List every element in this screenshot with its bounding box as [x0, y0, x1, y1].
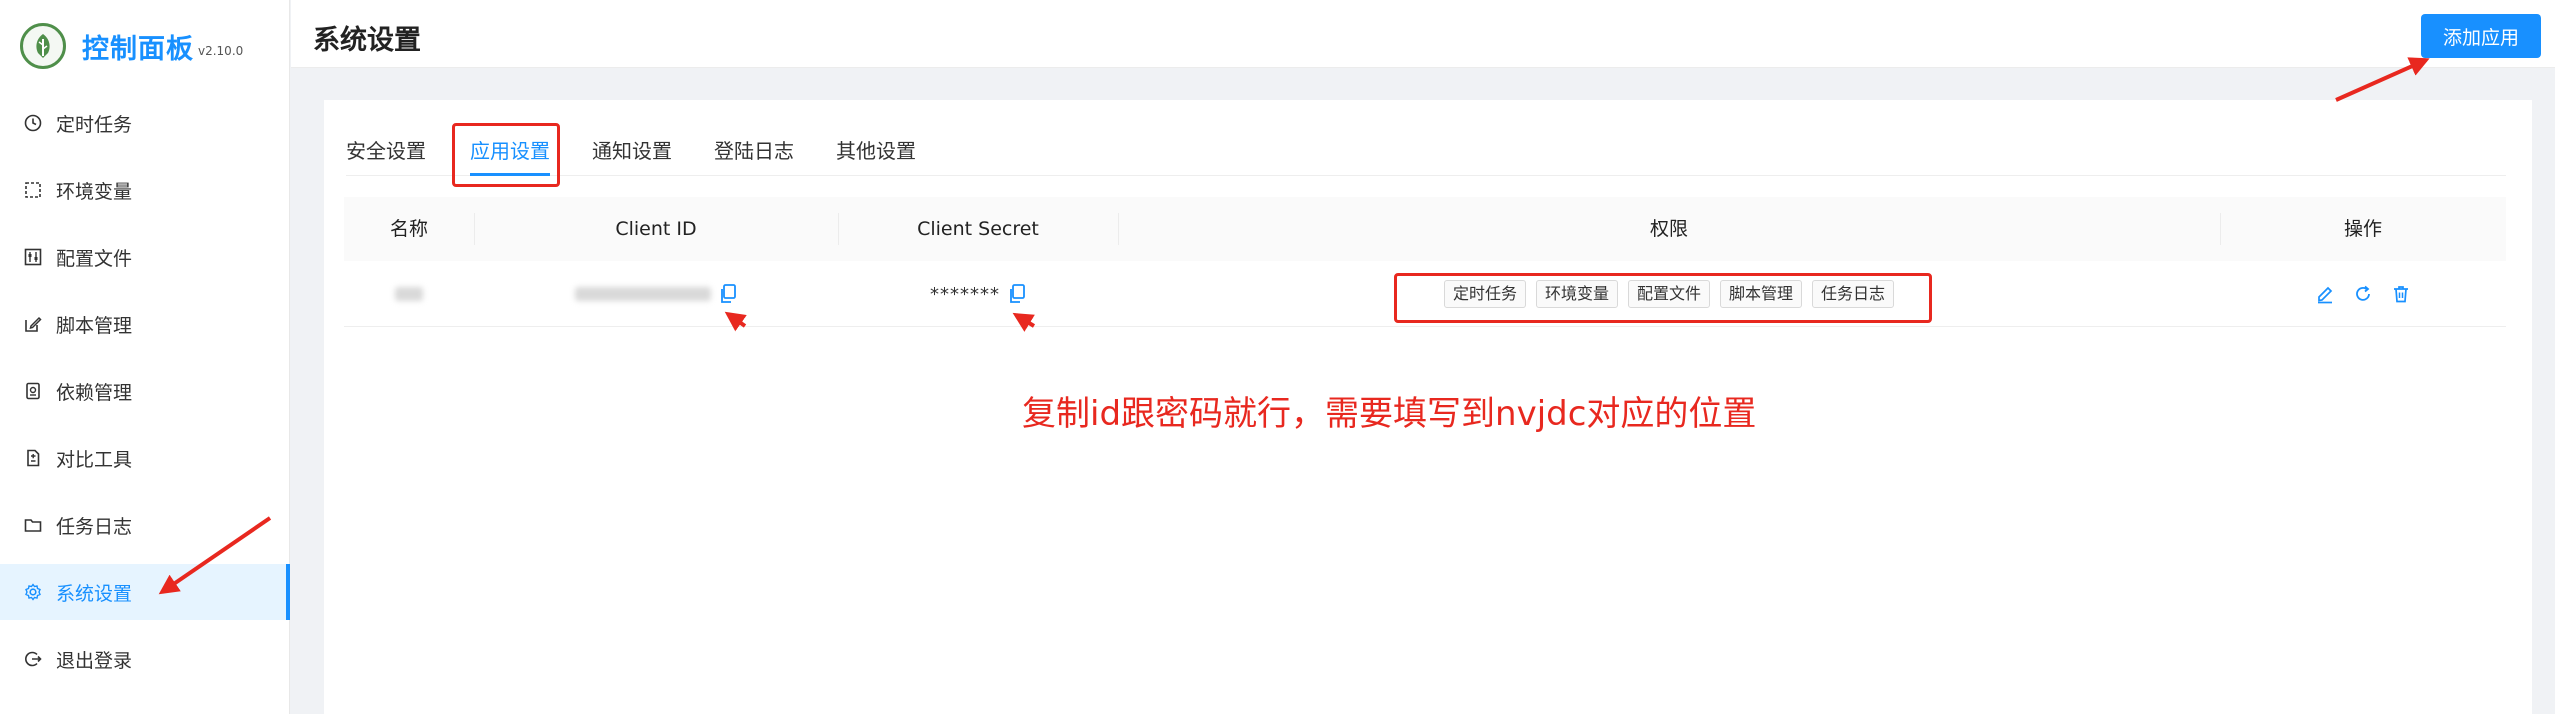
arrow-to-settings	[158, 516, 272, 595]
annotation-arrows	[158, 57, 2430, 595]
arrow-to-copy-secret	[1012, 312, 1036, 332]
arrow-to-copy-id	[724, 311, 747, 332]
arrow-to-add-button	[2335, 57, 2430, 102]
